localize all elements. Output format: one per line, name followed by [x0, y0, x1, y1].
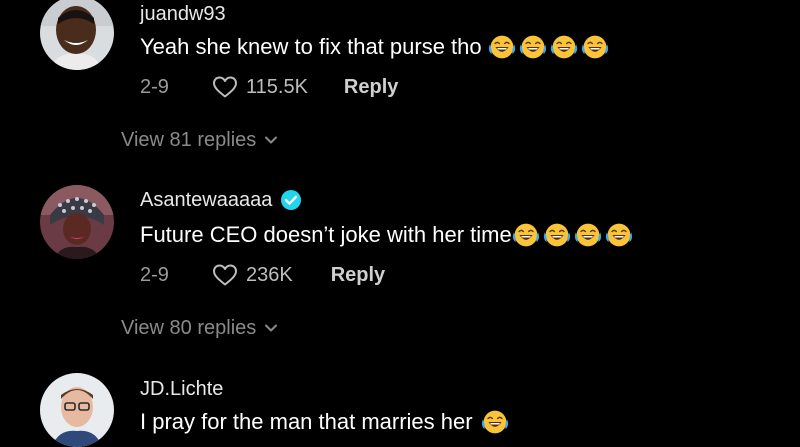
reply-button[interactable]: Reply	[344, 76, 398, 99]
view-replies-button[interactable]: View 80 replies	[121, 315, 278, 341]
comment-meta: 2-9 115.5K Reply	[140, 74, 398, 100]
comment-meta: 2-9 236K Reply	[140, 262, 385, 288]
chevron-down-icon	[264, 323, 278, 333]
like-button[interactable]: 236K	[212, 263, 293, 287]
emoji-group	[488, 33, 612, 61]
comment-text: Yeah she knew to fix that purse tho	[140, 32, 612, 62]
face-with-tears-of-joy-icon	[512, 221, 540, 249]
face-with-tears-of-joy-icon	[519, 33, 547, 61]
view-replies-button[interactable]: View 81 replies	[121, 127, 278, 153]
comment-date: 2-9	[140, 75, 169, 98]
heart-icon	[212, 75, 238, 99]
comment-username[interactable]: JD.Lichte	[140, 376, 223, 402]
comment-username[interactable]: juandw93	[140, 2, 226, 26]
like-count: 115.5K	[246, 75, 308, 98]
comment-date: 2-9	[140, 263, 169, 286]
like-button[interactable]: 115.5K	[212, 75, 308, 99]
chevron-down-icon	[264, 135, 278, 145]
emoji-group	[481, 408, 512, 436]
avatar[interactable]	[40, 0, 114, 70]
avatar[interactable]	[40, 373, 114, 447]
comment-text: I pray for the man that marries her	[140, 406, 512, 438]
avatar[interactable]	[40, 185, 114, 259]
reply-button[interactable]: Reply	[331, 264, 385, 287]
face-with-tears-of-joy-icon	[543, 221, 571, 249]
face-with-tears-of-joy-icon	[488, 33, 516, 61]
face-with-tears-of-joy-icon	[574, 221, 602, 249]
comment-username[interactable]: Asantewaaaaa	[140, 187, 302, 213]
face-with-tears-of-joy-icon	[481, 408, 509, 436]
heart-icon	[212, 263, 238, 287]
like-count: 236K	[246, 263, 293, 286]
emoji-group	[512, 221, 636, 249]
face-with-tears-of-joy-icon	[550, 33, 578, 61]
face-with-tears-of-joy-icon	[605, 221, 633, 249]
comment-text: Future CEO doesn’t joke with her time	[140, 219, 636, 251]
verified-badge-icon	[280, 189, 302, 211]
face-with-tears-of-joy-icon	[581, 33, 609, 61]
